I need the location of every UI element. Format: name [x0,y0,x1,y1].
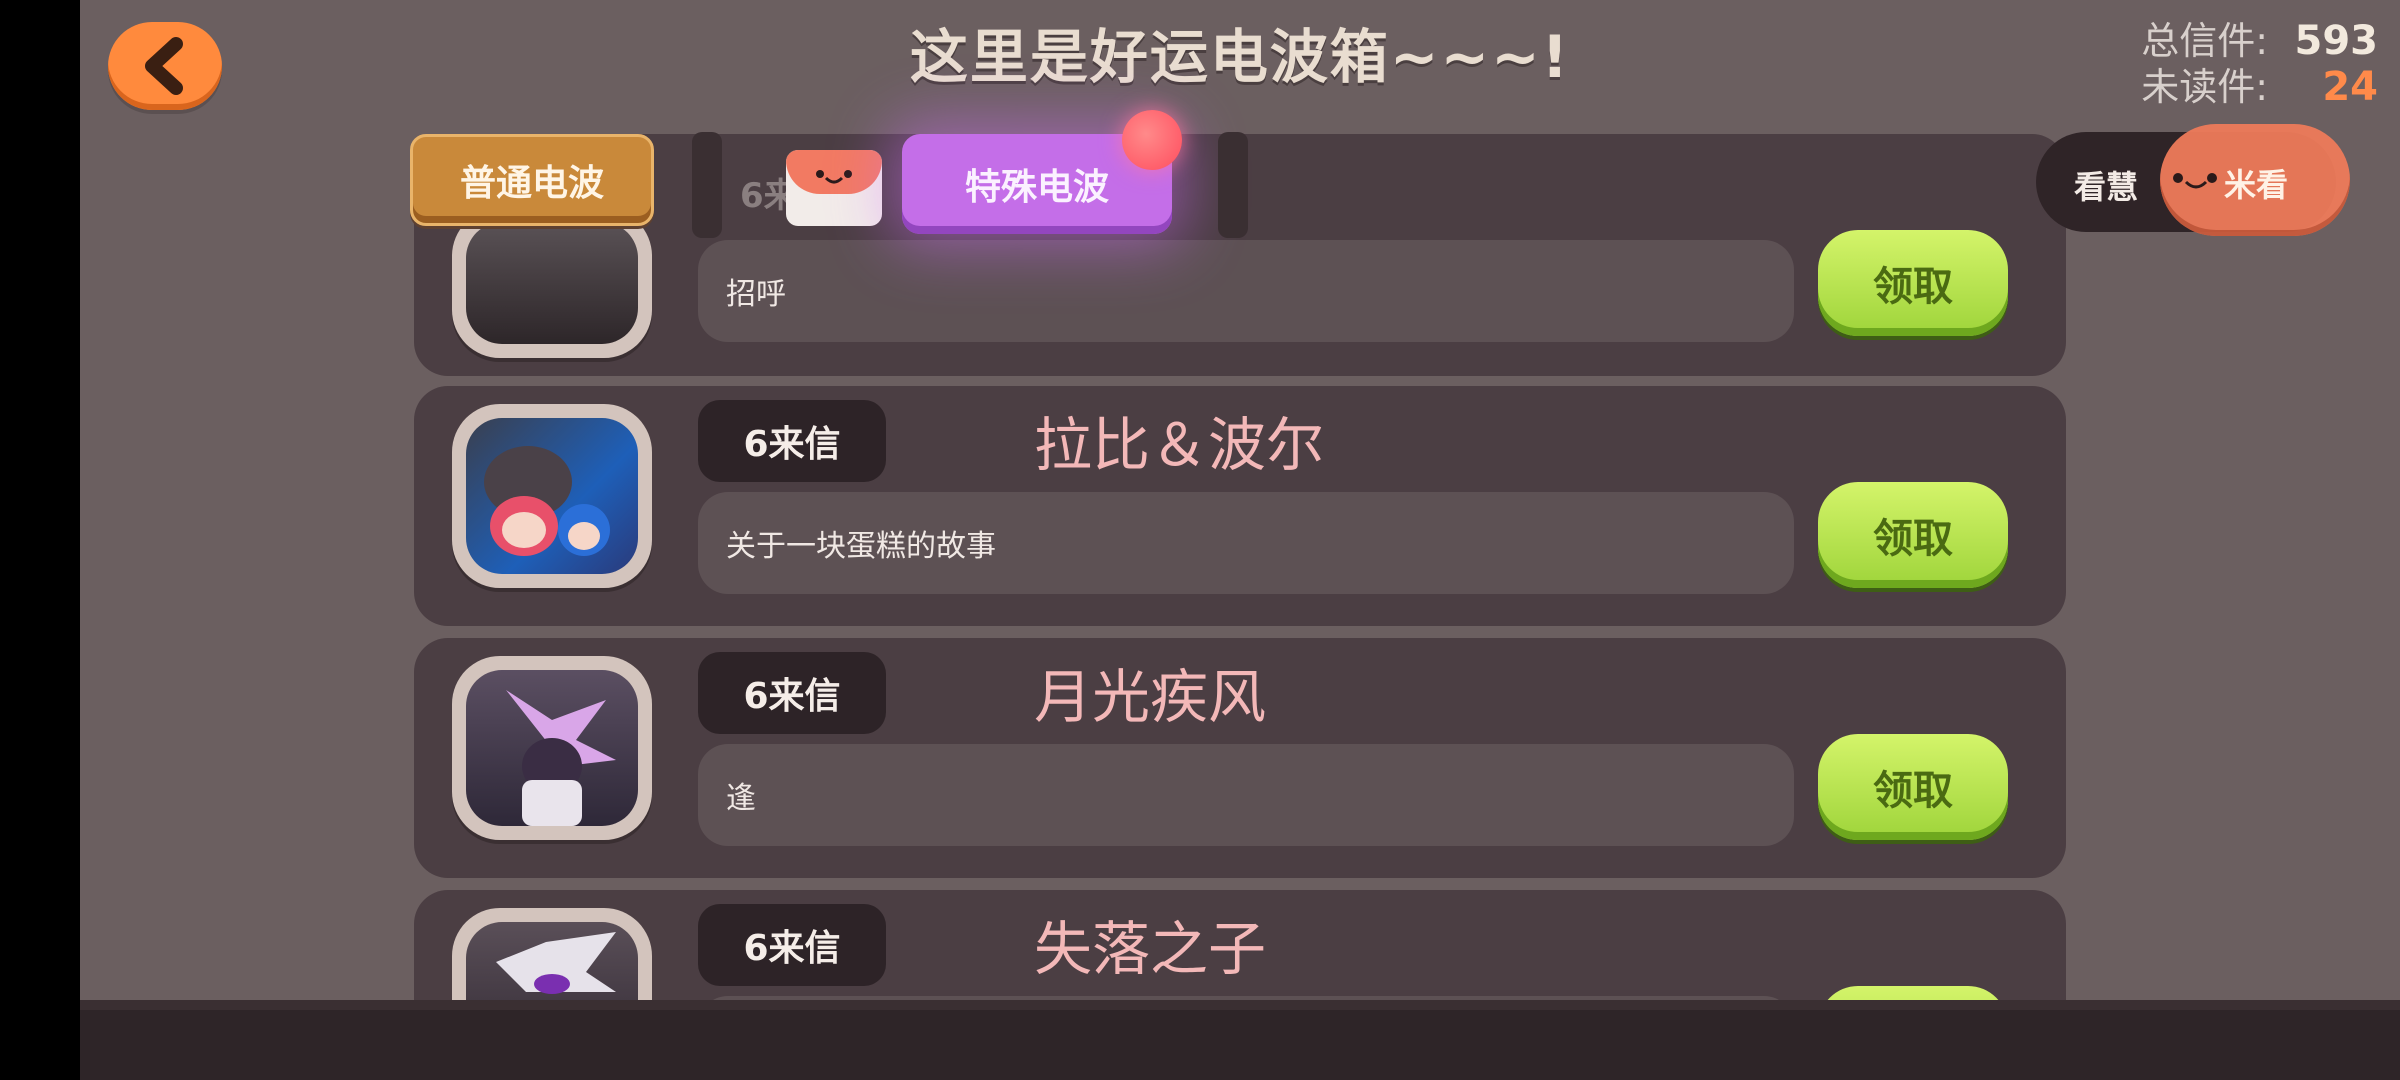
mail-counters: 总信件: 593 未读件: 24 [2141,18,2378,110]
letter-card: 6来信 月光疾风 逢 领取 [414,638,2066,878]
unread-mail-row: 未读件: 24 [2141,64,2378,110]
envelope-icon[interactable] [786,150,882,226]
divider-left [692,132,722,238]
kanhui-label: 看慧 [2074,168,2139,206]
mascot-label: 米看 [2224,166,2289,204]
game-screen: 这里是好运电波箱~~~! 总信件: 593 未读件: 24 招呼 领取 6来信 … [80,0,2400,1080]
letter-message: 招呼 [698,240,1794,342]
ground [80,1010,2400,1080]
sender-avatar [452,656,652,840]
sender-name: 月光疾风 [1034,663,1267,731]
sender-avatar [452,908,652,1010]
sender-avatar [452,208,652,358]
claim-button[interactable]: 领取 [1818,482,2008,588]
letter-card: 6来信 失落之子 领取 [414,890,2066,1010]
unread-mail-value: 24 [2322,64,2378,110]
total-mail-row: 总信件: 593 [2141,18,2378,64]
letter-count-badge: 6来信 [698,904,886,986]
total-mail-value: 593 [2294,18,2379,64]
sender-avatar [452,404,652,588]
letter-count-badge: 6来信 [698,652,886,734]
red-dot-icon [1122,110,1182,170]
total-mail-label: 总信件: [2141,19,2268,63]
letter-count-badge: 6来信 [698,400,886,482]
letter-card: 6来信 拉比＆波尔 关于一块蛋糕的故事 领取 [414,386,2066,626]
letter-message: 逢 [698,744,1794,846]
claim-button[interactable]: 领取 [1818,734,2008,840]
sender-name: 失落之子 [1034,915,1267,983]
claim-button[interactable]: 领取 [1818,230,2008,336]
tab-normal-waves[interactable]: 普通电波 [410,134,654,226]
unread-mail-label: 未读件: [2141,65,2268,109]
divider-right [1218,132,1248,238]
letter-message: 关于一块蛋糕的故事 [698,492,1794,594]
sender-name: 拉比＆波尔 [1034,411,1325,479]
